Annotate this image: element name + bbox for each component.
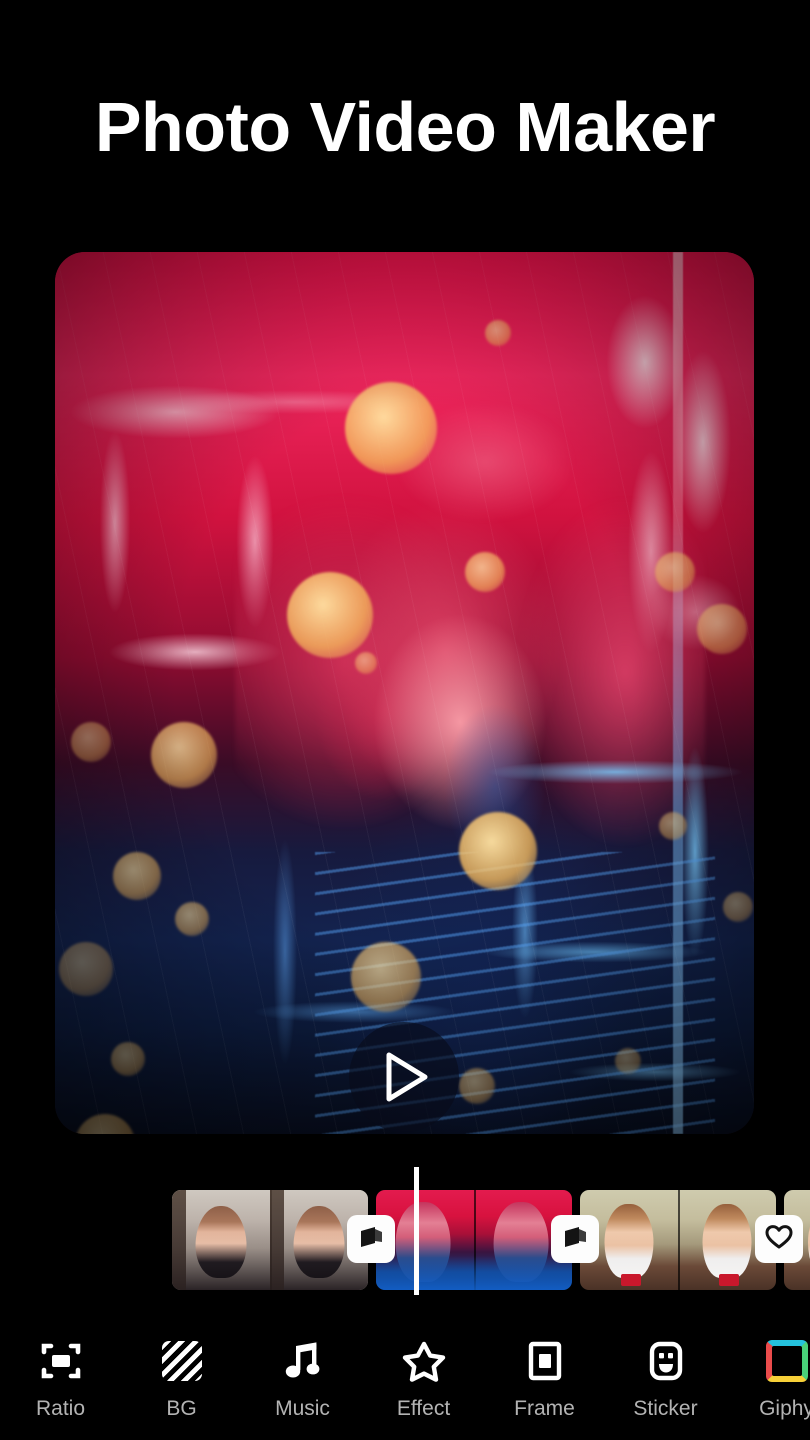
tool-sticker[interactable]: Sticker	[605, 1326, 726, 1419]
tool-giphy[interactable]: Giphy	[726, 1326, 810, 1419]
star-icon	[401, 1338, 447, 1384]
smiley-sticker-icon	[643, 1338, 689, 1384]
music-note-icon	[280, 1338, 326, 1384]
tool-label: Ratio	[35, 1397, 86, 1420]
bottom-toolbar[interactable]: Ratio BG Music Effect Frame Sticker Giph…	[0, 1326, 810, 1440]
transition-badge-1[interactable]	[347, 1215, 395, 1263]
heart-icon	[765, 1224, 793, 1255]
page-title: Photo Video Maker	[94, 88, 716, 166]
preview-vignette	[55, 252, 754, 1134]
timeline-playhead[interactable]	[414, 1167, 419, 1295]
transition-icon	[358, 1225, 384, 1254]
frame-icon	[522, 1338, 568, 1384]
tool-label: Sticker	[633, 1397, 698, 1420]
transition-badge-2[interactable]	[551, 1215, 599, 1263]
tool-label: BG	[166, 1397, 197, 1420]
tool-label: Frame	[514, 1397, 575, 1420]
tool-effect[interactable]: Effect	[363, 1326, 484, 1419]
tool-ratio[interactable]: Ratio	[0, 1326, 121, 1419]
tool-frame[interactable]: Frame	[484, 1326, 605, 1419]
video-preview[interactable]	[55, 252, 754, 1134]
clip-frame	[172, 1190, 270, 1290]
timeline-clip-3[interactable]	[580, 1190, 776, 1290]
tool-label: Giphy	[759, 1397, 810, 1420]
clip-timeline[interactable]	[0, 1167, 810, 1297]
timeline-clip-1[interactable]	[172, 1190, 368, 1290]
tool-bg[interactable]: BG	[121, 1326, 242, 1419]
tool-label: Effect	[396, 1397, 451, 1420]
crop-ratio-icon	[38, 1338, 84, 1384]
tool-music[interactable]: Music	[242, 1326, 363, 1419]
play-triangle-icon	[378, 1051, 430, 1103]
background-stripes-icon	[159, 1338, 205, 1384]
favorite-badge[interactable]	[755, 1215, 803, 1263]
transition-icon	[562, 1225, 588, 1254]
timeline-clip-2[interactable]	[376, 1190, 572, 1290]
play-button[interactable]	[349, 1022, 459, 1132]
giphy-icon	[764, 1338, 810, 1384]
tool-label: Music	[275, 1397, 330, 1420]
